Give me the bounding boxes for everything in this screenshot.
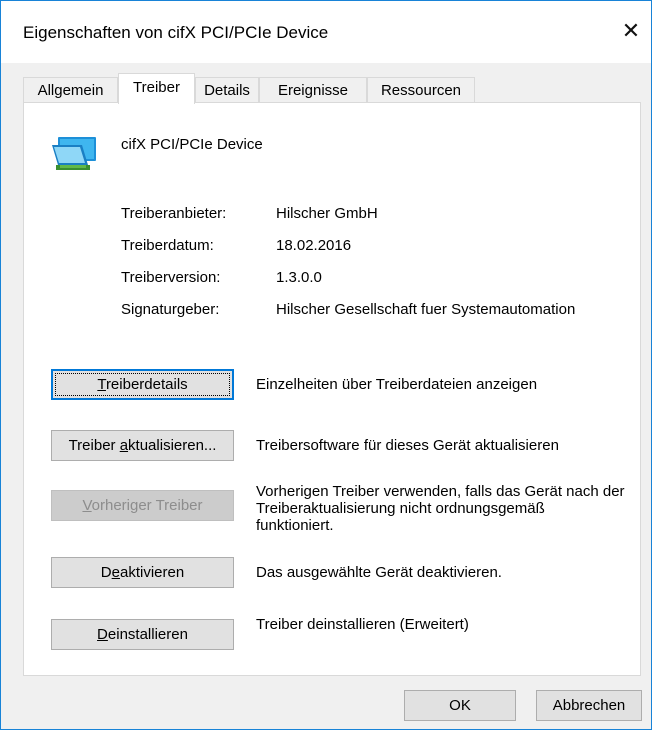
- rollback-driver-button: Vorheriger Treiber: [51, 490, 234, 521]
- info-label: Treiberdatum:: [121, 237, 214, 254]
- info-value: 18.02.2016: [276, 237, 352, 254]
- close-icon[interactable]: ✕: [611, 15, 651, 47]
- rollback-driver-description: Vorherigen Treiber verwenden, falls das …: [256, 483, 625, 534]
- tab-allgemein[interactable]: Allgemein: [23, 77, 118, 102]
- title-bar: Eigenschaften von cifX PCI/PCIe Device ✕: [1, 1, 651, 63]
- device-name: cifX PCI/PCIe Device: [121, 136, 263, 153]
- update-driver-description: Treibersoftware für dieses Gerät aktuali…: [256, 437, 559, 454]
- tab-ereignisse[interactable]: Ereignisse: [259, 77, 367, 102]
- uninstall-driver-button[interactable]: Deinstallieren: [51, 619, 234, 650]
- driver-tab-panel: cifX PCI/PCIe Device Treiberanbieter: Hi…: [23, 102, 641, 676]
- focus-ring: [55, 373, 230, 396]
- ok-button[interactable]: OK: [404, 690, 516, 721]
- info-value: Hilscher Gesellschaft fuer Systemautomat…: [276, 301, 576, 318]
- tab-details[interactable]: Details: [195, 77, 259, 102]
- uninstall-driver-description: Treiber deinstallieren (Erweitert): [256, 616, 469, 633]
- disable-device-button[interactable]: Deaktivieren: [51, 557, 234, 588]
- disable-device-description: Das ausgewählte Gerät deaktivieren.: [256, 564, 502, 581]
- tab-ressourcen[interactable]: Ressourcen: [367, 77, 475, 102]
- tab-treiber[interactable]: Treiber: [118, 73, 195, 104]
- cancel-button[interactable]: Abbrechen: [536, 690, 642, 721]
- window-title: Eigenschaften von cifX PCI/PCIe Device: [23, 23, 329, 42]
- info-label: Treiberanbieter:: [121, 205, 227, 222]
- driver-details-description: Einzelheiten über Treiberdateien anzeige…: [256, 376, 538, 393]
- info-value: Hilscher GmbH: [276, 205, 378, 222]
- network-adapter-icon: [52, 135, 98, 175]
- update-driver-button[interactable]: Treiber aktualisieren...: [51, 430, 234, 461]
- info-value: 1.3.0.0: [276, 269, 322, 286]
- info-label: Treiberversion:: [121, 269, 221, 286]
- driver-details-button[interactable]: Treiberdetails: [51, 369, 234, 400]
- properties-dialog: Eigenschaften von cifX PCI/PCIe Device ✕…: [0, 0, 652, 730]
- info-label: Signaturgeber:: [121, 301, 220, 318]
